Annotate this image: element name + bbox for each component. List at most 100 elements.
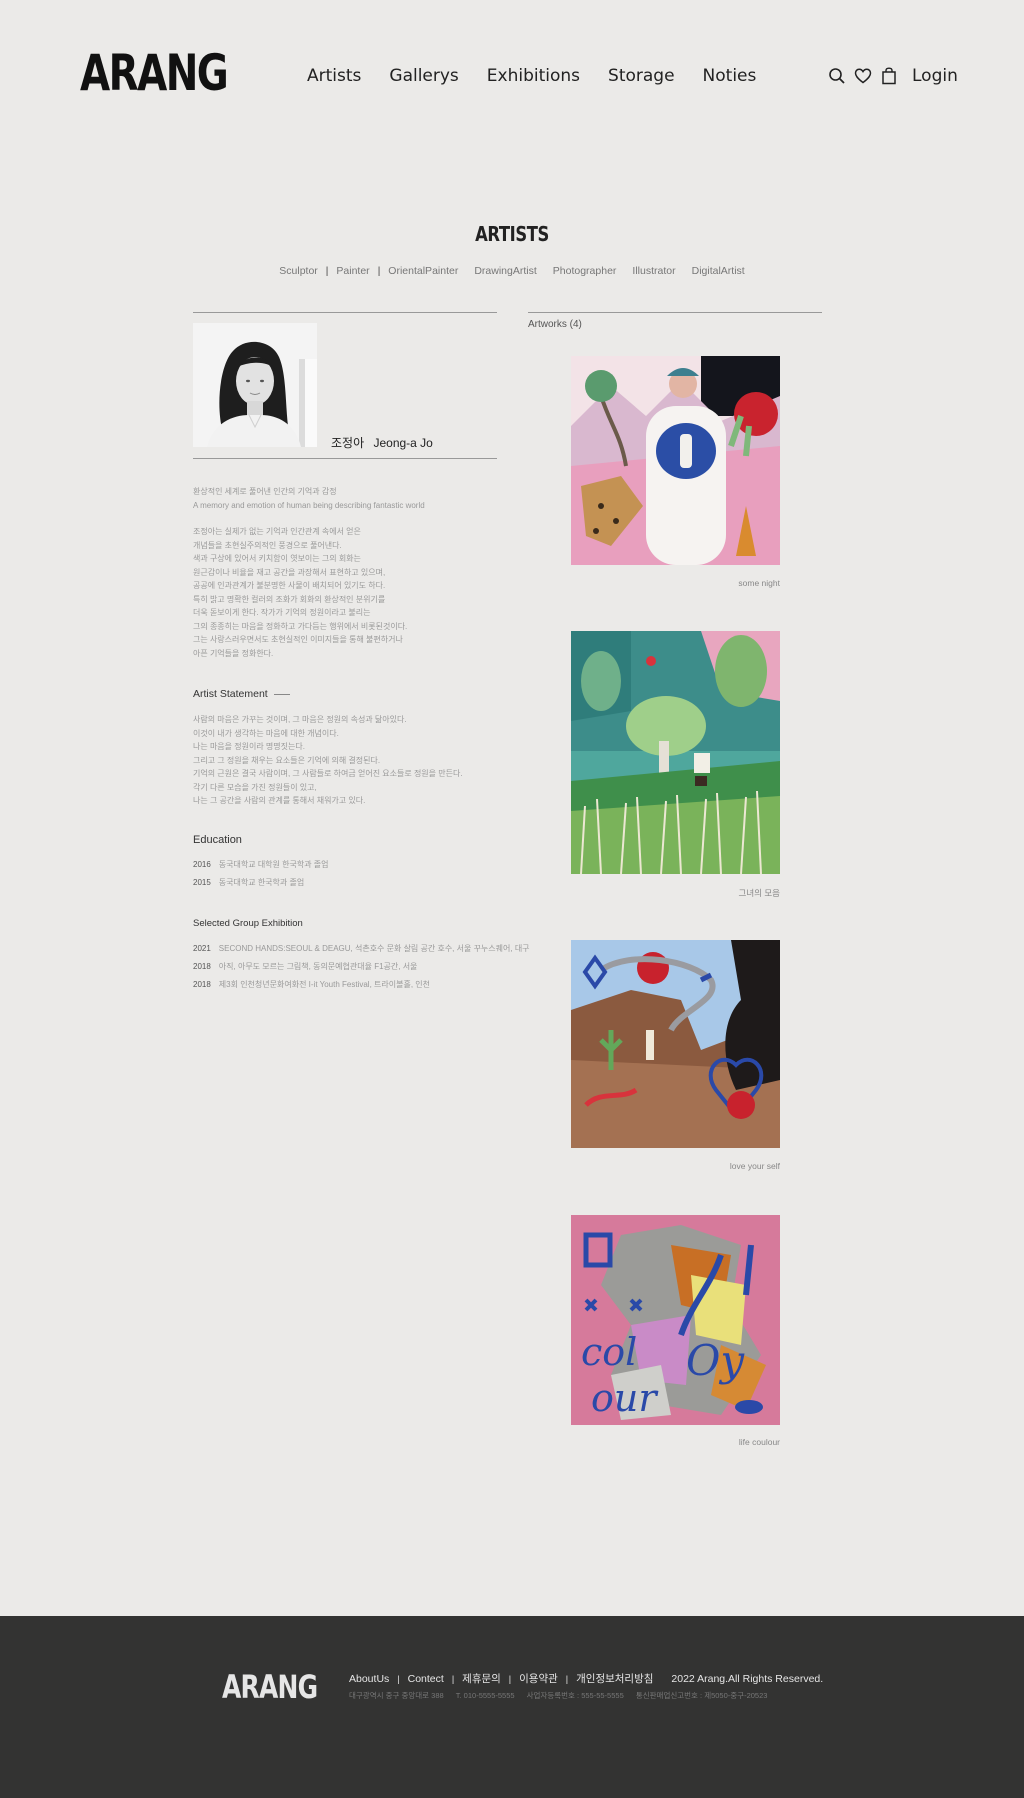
- exhibition-text: 제3회 인천청년문화여화전 I-it Youth Festival, 트라이볼홀…: [218, 980, 430, 989]
- divider: [193, 312, 497, 313]
- nav-gallerys[interactable]: Gallerys: [389, 66, 458, 86]
- filter-photographer[interactable]: Photographer: [553, 265, 617, 277]
- footer-phone: T. 010-5555-5555: [455, 1691, 515, 1700]
- bio-line: 그의 종종히는 마음을 정화하고 가다듬는 행위에서 비롯된것이다.: [193, 621, 408, 631]
- statement-line: 이것이 내가 생각하는 마음에 대한 개념이다.: [193, 728, 339, 738]
- exhibition-year: 2018: [193, 980, 211, 989]
- bio-line: 공공에 인과관계가 불분명한 사물이 배치되어 있기도 하다.: [193, 581, 386, 590]
- divider: [193, 458, 497, 459]
- bio-line: 더욱 돋보이게 한다. 작가가 기억의 정원이라고 불리는: [193, 608, 371, 617]
- site-footer: ARANG AboutUs | Contect | 제휴문의 | 이용약관 | …: [0, 1616, 1024, 1798]
- education-list: 2016 동국대학교 대학원 한국학과 졸업 2015 동국대학교 한국학과 졸업: [193, 856, 329, 892]
- filter-painter[interactable]: Painter: [336, 265, 369, 277]
- artwork-image[interactable]: [571, 940, 780, 1148]
- statement-line: 나는 마음을 정원이라 명명짓는다.: [193, 742, 305, 751]
- artworks-count: Artworks (4): [528, 319, 582, 330]
- footer-address: 대구광역시 중구 중앙대로 388: [349, 1691, 444, 1700]
- filter-digital-artist[interactable]: DigitalArtist: [692, 265, 745, 277]
- education-item: 2015 동국대학교 한국학과 졸업: [193, 874, 329, 892]
- search-icon[interactable]: [828, 67, 846, 85]
- exhibition-item: 2018 제3회 인천청년문화여화전 I-it Youth Festival, 트…: [193, 976, 530, 994]
- svg-text:Oy: Oy: [686, 1336, 745, 1385]
- footer-ecommerce-number: 통신판매업신고번호 : 제5050-중구-20523: [635, 1691, 768, 1700]
- bio-line: 아픈 기억들을 정화한다.: [193, 648, 274, 658]
- group-exhibition-heading: Selected Group Exhibition: [193, 918, 303, 929]
- footer-copyright: 2022 Arang.All Rights Reserved.: [671, 1672, 824, 1685]
- filter-separator: |: [377, 265, 381, 277]
- footer-separator: |: [565, 1673, 569, 1684]
- artwork-image[interactable]: [571, 631, 780, 874]
- svg-text:our: our: [591, 1376, 659, 1420]
- nav-exhibitions[interactable]: Exhibitions: [487, 66, 580, 86]
- footer-separator: |: [451, 1673, 455, 1684]
- artwork-title: some night: [738, 578, 780, 588]
- education-item: 2016 동국대학교 대학원 한국학과 졸업: [193, 856, 329, 874]
- artist-tagline: 환상적인 세계로 풀어낸 인간의 기억과 감정 A memory and emo…: [193, 485, 425, 512]
- footer-separator: |: [397, 1673, 400, 1684]
- exhibition-item: 2021 SECOND HANDS:SEOUL & DEAGU, 석촌호수 문화 …: [193, 940, 530, 958]
- footer-link-privacy[interactable]: 개인정보처리방침: [576, 1671, 653, 1686]
- tagline-ko: 환상적인 세계로 풀어낸 인간의 기억과 감정: [193, 487, 337, 496]
- bio-line: 개념들을 초현실주의적인 풍경으로 풀어낸다.: [193, 540, 342, 550]
- exhibition-text: 아직, 아무도 모르는 그림책, 동의문예협관대율 F1공간, 서울: [218, 962, 418, 971]
- footer-link-aboutus[interactable]: AboutUs: [349, 1673, 389, 1685]
- exhibition-year: 2021: [193, 944, 211, 953]
- artwork-image[interactable]: [571, 356, 780, 565]
- heading-dash: [273, 693, 290, 695]
- artwork-title: love your self: [729, 1161, 780, 1171]
- svg-text:col: col: [581, 1330, 637, 1374]
- filter-drawing-artist[interactable]: DrawingArtist: [474, 265, 536, 277]
- statement-line: 나는 그 공간을 사람의 관계를 통해서 채워가고 있다.: [193, 796, 366, 805]
- site-logo[interactable]: ARANG: [80, 48, 229, 98]
- statement-line: 사람의 마음은 가꾸는 것이며, 그 마음은 정원의 속성과 닮아있다.: [193, 715, 407, 724]
- education-heading: Education: [193, 834, 242, 846]
- education-year: 2016: [193, 860, 211, 869]
- bio-line: 조정아는 실제가 없는 기억과 인간관계 속에서 얻은: [193, 527, 361, 536]
- header-actions: Login: [828, 66, 958, 86]
- statement-line: 각기 다른 모습을 가진 정원들이 있고,: [193, 782, 317, 792]
- artist-bio: 조정아는 실제가 없는 기억과 인간관계 속에서 얻은 개념들을 초현실주의적인…: [193, 525, 407, 660]
- education-text: 동국대학교 대학원 한국학과 졸업: [218, 860, 329, 869]
- bio-line: 특히 밝고 명확한 컬러의 조화가 회화의 환상적인 분위기를: [193, 594, 386, 604]
- artist-category-filters: Sculptor | Painter | OrientalPainter Dra…: [0, 265, 1024, 277]
- heart-icon[interactable]: [854, 67, 872, 85]
- footer-separator: |: [508, 1673, 512, 1684]
- main-nav: Artists Gallerys Exhibitions Storage Not…: [307, 66, 784, 86]
- education-year: 2015: [193, 878, 211, 887]
- footer-logo[interactable]: ARANG: [222, 1668, 318, 1706]
- footer-link-terms[interactable]: 이용약관: [519, 1671, 558, 1686]
- exhibition-year: 2018: [193, 962, 211, 971]
- nav-storage[interactable]: Storage: [608, 66, 675, 86]
- footer-business-number: 사업자등록번호 : 555-55-5555: [526, 1691, 624, 1700]
- artist-portrait: [193, 323, 317, 447]
- artist-name-ko: 조정아: [331, 436, 365, 450]
- nav-artists[interactable]: Artists: [307, 66, 361, 86]
- nav-noties[interactable]: Noties: [703, 66, 757, 86]
- login-link[interactable]: Login: [912, 66, 958, 86]
- artwork-title: life coulour: [738, 1437, 780, 1447]
- page-title: ARTISTS: [475, 222, 549, 246]
- filter-illustrator[interactable]: Illustrator: [632, 265, 675, 277]
- exhibition-item: 2018 아직, 아무도 모르는 그림책, 동의문예협관대율 F1공간, 서울: [193, 958, 530, 976]
- filter-sculptor[interactable]: Sculptor: [279, 265, 318, 277]
- footer-links: AboutUs | Contect | 제휴문의 | 이용약관 | 개인정보처리…: [349, 1671, 823, 1686]
- statement-line: 기억의 근원은 결국 사람이며, 그 사람들로 하여금 얻어진 요소들로 정원을…: [193, 769, 463, 778]
- artist-statement-title: Artist Statement: [193, 688, 268, 700]
- artist-name-en: Jeong-a Jo: [373, 436, 433, 450]
- divider: [528, 312, 822, 313]
- bio-line: 그는 사랑스러우면서도 초현실적인 이미지들을 통해 불편하거나: [193, 635, 403, 644]
- footer-link-contect[interactable]: Contect: [408, 1673, 444, 1685]
- filter-separator: |: [325, 265, 329, 277]
- artist-name: 조정아 Jeong-a Jo: [331, 434, 433, 451]
- shopping-bag-icon[interactable]: [880, 67, 898, 85]
- tagline-en: A memory and emotion of human being desc…: [193, 500, 425, 510]
- artwork-title: 그녀의 모음: [738, 888, 780, 898]
- bio-line: 원근감이나 비율을 재고 공간을 과장해서 표현하고 있으며,: [193, 567, 386, 577]
- artwork-image[interactable]: col our Oy: [571, 1215, 780, 1425]
- bio-line: 색과 구상에 있어서 키치함이 엿보이는 그의 회화는: [193, 554, 361, 563]
- artist-statement-heading: Artist Statement: [193, 688, 290, 700]
- education-text: 동국대학교 한국학과 졸업: [218, 878, 305, 887]
- group-exhibition-list: 2021 SECOND HANDS:SEOUL & DEAGU, 석촌호수 문화 …: [193, 940, 530, 994]
- footer-link-partnership[interactable]: 제휴문의: [462, 1671, 501, 1686]
- filter-oriental-painter[interactable]: OrientalPainter: [388, 265, 458, 277]
